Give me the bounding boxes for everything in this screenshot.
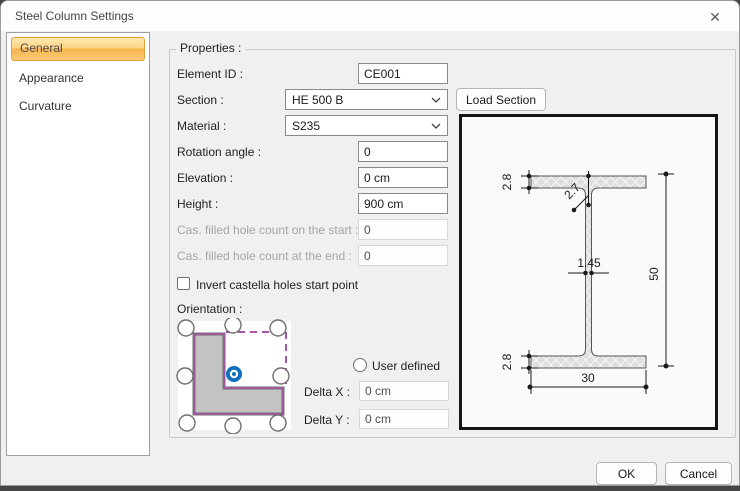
orientation-anchor-bottom-left[interactable] (179, 415, 195, 431)
section-preview-drawing: 2.8 2.8 50 30 1.45 2.7 (462, 117, 715, 427)
steel-column-settings-dialog: Steel Column Settings ✕ General Appearan… (0, 0, 740, 486)
chevron-down-icon (431, 97, 441, 103)
delta-x-label: Delta X : (304, 385, 350, 399)
dim-flange-bottom: 2.8 (500, 353, 514, 370)
user-defined-radio[interactable] (353, 358, 367, 372)
cancel-button[interactable]: Cancel (665, 462, 732, 485)
orientation-anchor-top-left[interactable] (178, 320, 194, 336)
delta-y-label: Delta Y : (304, 413, 350, 427)
section-preview-panel: 2.8 2.8 50 30 1.45 2.7 (459, 114, 718, 430)
window-title: Steel Column Settings (15, 9, 134, 23)
elevation-input[interactable] (358, 167, 448, 188)
properties-group-label: Properties : (176, 41, 245, 55)
dim-total-width: 30 (581, 371, 595, 385)
sidebar: General Appearance Curvature (6, 32, 150, 456)
ok-button[interactable]: OK (596, 462, 657, 485)
orientation-anchor-middle-left[interactable] (177, 368, 193, 384)
cas-hole-start-input (358, 219, 448, 240)
material-combobox[interactable]: S235 (285, 115, 448, 136)
height-label: Height : (177, 197, 218, 211)
orientation-anchor-middle-right[interactable] (273, 368, 289, 384)
height-input[interactable] (358, 193, 448, 214)
material-label: Material : (177, 119, 226, 133)
orientation-anchor-bottom-center[interactable] (225, 418, 241, 434)
section-value: HE 500 B (292, 93, 343, 107)
invert-castella-checkbox[interactable] (177, 277, 190, 290)
dim-web-thickness: 1.45 (577, 256, 601, 270)
dim-flange-top: 2.8 (500, 173, 514, 190)
cas-hole-end-input (358, 245, 448, 266)
dim-total-height: 50 (647, 267, 661, 281)
section-combobox[interactable]: HE 500 B (285, 89, 448, 110)
delta-y-input (359, 409, 449, 429)
cas-hole-end-label: Cas. filled hole count at the end : (177, 249, 352, 263)
cas-hole-start-label: Cas. filled hole count on the start : (177, 223, 358, 237)
rotation-angle-input[interactable] (358, 141, 448, 162)
orientation-anchor-top-center[interactable] (225, 318, 241, 333)
load-section-button[interactable]: Load Section (456, 88, 546, 111)
elevation-label: Elevation : (177, 171, 233, 185)
section-label: Section : (177, 93, 224, 107)
orientation-label: Orientation : (177, 302, 242, 316)
chevron-down-icon (431, 123, 441, 129)
sidebar-item-general[interactable]: General (11, 37, 145, 61)
material-value: S235 (292, 119, 320, 133)
invert-castella-label: Invert castella holes start point (196, 278, 358, 292)
delta-x-input (359, 381, 449, 401)
sidebar-item-curvature[interactable]: Curvature (11, 95, 145, 117)
title-bar: Steel Column Settings ✕ (1, 1, 739, 31)
element-id-label: Element ID : (177, 67, 243, 81)
close-icon[interactable]: ✕ (699, 5, 731, 29)
element-id-input[interactable] (358, 63, 448, 84)
user-defined-label: User defined (372, 359, 440, 373)
orientation-anchor-top-right[interactable] (270, 320, 286, 336)
background-strip (0, 486, 740, 491)
orientation-anchor-center-selected[interactable] (226, 366, 242, 382)
screen: Steel Column Settings ✕ General Appearan… (0, 0, 740, 491)
orientation-anchor-bottom-right[interactable] (270, 415, 286, 431)
rotation-angle-label: Rotation angle : (177, 145, 261, 159)
sidebar-item-appearance[interactable]: Appearance (11, 67, 145, 89)
